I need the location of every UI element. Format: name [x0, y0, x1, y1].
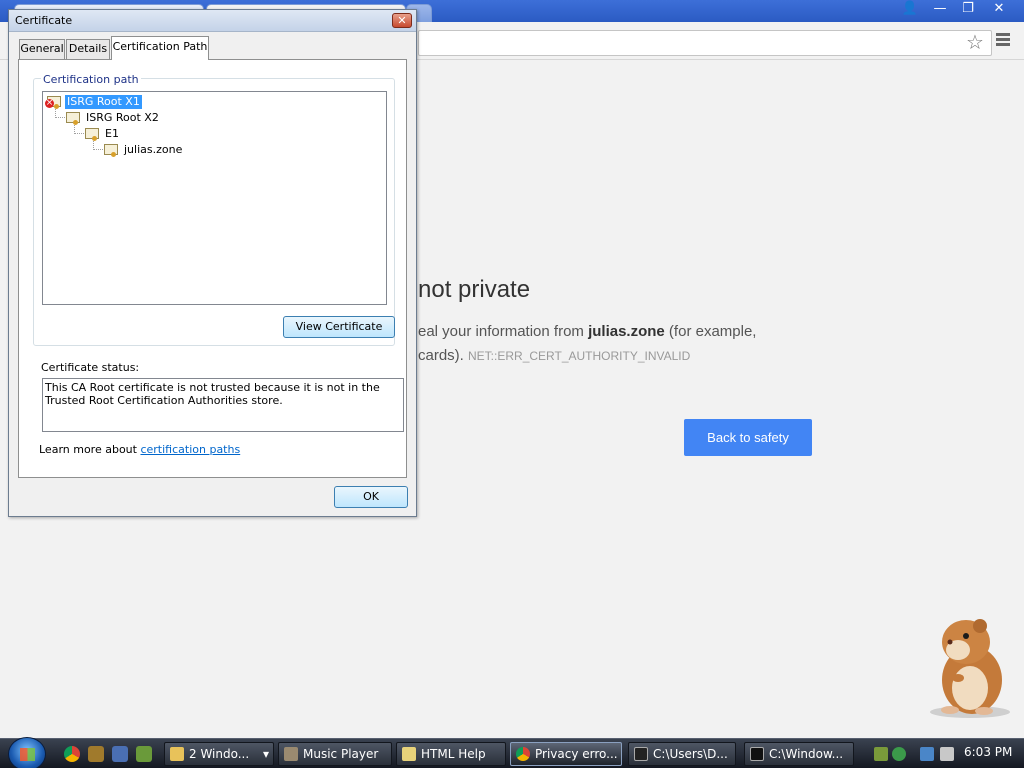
- taskbar-button-cmd[interactable]: C:\Window...: [744, 742, 854, 766]
- certificate-status-text[interactable]: This CA Root certificate is not trusted …: [42, 378, 404, 432]
- 7zip-icon: [634, 747, 648, 761]
- ok-button[interactable]: OK: [334, 486, 408, 508]
- chevron-down-icon: ▾: [262, 747, 269, 761]
- chrome-icon[interactable]: [64, 746, 80, 762]
- music-icon: [284, 747, 298, 761]
- volume-muted-icon[interactable]: [940, 747, 954, 761]
- certificate-icon: [66, 112, 80, 125]
- certificate-status-label: Certificate status:: [41, 361, 140, 374]
- taskbar-label: Music Player: [303, 747, 379, 761]
- chrome-icon: [516, 747, 530, 761]
- tab-details[interactable]: Details: [66, 39, 110, 59]
- taskbar-button-html-help[interactable]: HTML Help: [396, 742, 506, 766]
- taskbar-label: HTML Help: [421, 747, 486, 761]
- hamster-mascot[interactable]: [922, 612, 1014, 720]
- show-desktop-icon[interactable]: [112, 746, 128, 762]
- certification-paths-link[interactable]: certification paths: [140, 443, 240, 456]
- untrusted-certificate-icon: [45, 96, 61, 109]
- quicklaunch-icon[interactable]: [136, 746, 152, 762]
- view-certificate-button[interactable]: View Certificate: [283, 316, 395, 338]
- close-icon[interactable]: ✕: [392, 13, 412, 28]
- certificate-tree[interactable]: ISRG Root X1 ISRG Root X2 E1 julias.zone: [42, 91, 387, 305]
- error-code: NET::ERR_CERT_AUTHORITY_INVALID: [468, 349, 691, 363]
- domain-name: julias.zone: [588, 323, 665, 340]
- tree-item-label: julias.zone: [124, 143, 183, 156]
- certificate-dialog: Certificate ✕ General Details Certificat…: [8, 9, 417, 517]
- menu-icon[interactable]: [996, 33, 1010, 48]
- tree-item-label: ISRG Root X2: [86, 111, 159, 124]
- certificate-icon: [104, 144, 118, 157]
- start-button[interactable]: [8, 737, 46, 768]
- tab-panel: Certification path ISRG Root X1 ISRG Roo…: [18, 59, 407, 478]
- help-icon: [402, 747, 416, 761]
- tab-certification-path[interactable]: Certification Path: [111, 36, 209, 60]
- quicklaunch-icon[interactable]: [88, 746, 104, 762]
- page-heading: not private: [418, 276, 531, 303]
- error-description: eal your information from julias.zone (f…: [418, 323, 757, 340]
- dialog-titlebar[interactable]: Certificate ✕: [9, 10, 416, 32]
- taskbar-button-windows[interactable]: 2 Windo... ▾: [164, 742, 274, 766]
- learn-more: Learn more about certification paths: [39, 443, 241, 456]
- tray-app-icon[interactable]: [874, 747, 888, 761]
- cmd-icon: [750, 747, 764, 761]
- bookmark-star-icon[interactable]: ☆: [966, 30, 984, 54]
- close-window-button[interactable]: ✕: [984, 0, 1014, 18]
- taskbar-label: C:\Users\D...: [653, 747, 728, 761]
- tray-app-icon[interactable]: [892, 747, 906, 761]
- taskbar-label: 2 Windo...: [189, 747, 250, 761]
- taskbar-button-privacy-error[interactable]: Privacy erro...: [510, 742, 622, 766]
- back-to-safety-button[interactable]: Back to safety: [684, 419, 812, 456]
- tree-item-label: E1: [105, 127, 119, 140]
- minimize-button[interactable]: —: [926, 0, 954, 18]
- address-bar[interactable]: [418, 30, 992, 56]
- taskbar-button-music-player[interactable]: Music Player: [278, 742, 392, 766]
- tab-general[interactable]: General: [19, 39, 65, 59]
- folder-icon: [170, 747, 184, 761]
- group-label: Certification path: [41, 73, 141, 86]
- error-description-cont: cards). NET::ERR_CERT_AUTHORITY_INVALID: [418, 347, 691, 364]
- taskbar-label: C:\Window...: [769, 747, 844, 761]
- certificate-icon: [85, 128, 99, 141]
- taskbar-label: Privacy erro...: [535, 747, 618, 761]
- dialog-title: Certificate: [15, 14, 73, 27]
- clock[interactable]: 6:03 PM: [964, 745, 1012, 759]
- taskbar-button-7zip[interactable]: C:\Users\D...: [628, 742, 736, 766]
- tree-item-label: ISRG Root X1: [65, 95, 142, 109]
- user-icon[interactable]: 👤: [896, 0, 924, 18]
- maximize-button[interactable]: ❐: [954, 0, 982, 18]
- network-icon[interactable]: [920, 747, 934, 761]
